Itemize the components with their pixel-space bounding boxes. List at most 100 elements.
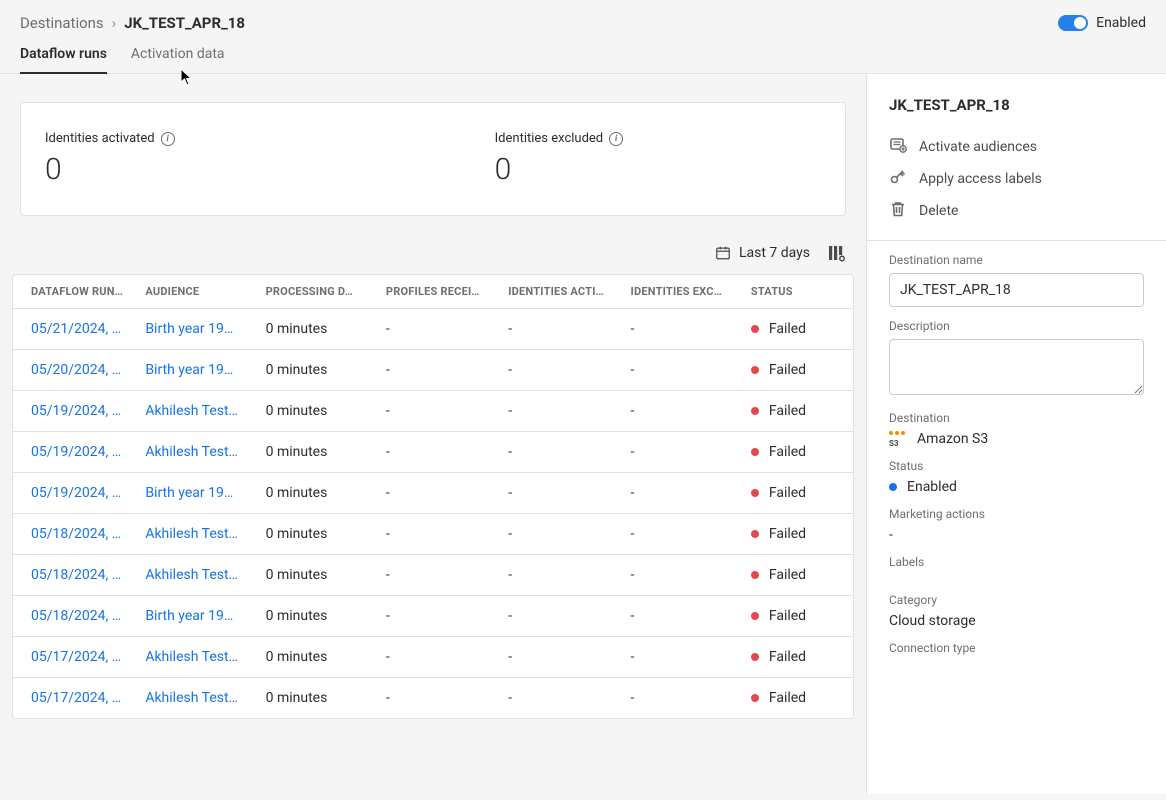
destination-label: Destination: [889, 411, 1144, 425]
enabled-toggle[interactable]: [1058, 15, 1088, 31]
dataflow-run-start-link[interactable]: 05/20/2024, 1…: [13, 350, 135, 391]
col-profiles-received[interactable]: PROFILES RECEI…: [376, 275, 498, 309]
processing-duration: 0 minutes: [256, 309, 376, 350]
profiles-received: -: [376, 514, 498, 555]
table-row[interactable]: 05/19/2024, 1…Birth year 19…0 minutes---…: [13, 473, 853, 514]
profiles-received: -: [376, 596, 498, 637]
col-dataflow-run-start[interactable]: DATAFLOW RUN…: [13, 275, 135, 309]
status-dot-icon: [751, 325, 759, 333]
status-dot-icon: [751, 612, 759, 620]
dataflow-run-start-link[interactable]: 05/19/2024, 8…: [13, 432, 135, 473]
audience-link[interactable]: Akhilesh Test…: [135, 391, 255, 432]
details-panel: JK_TEST_APR_18 Activate audiences: [866, 74, 1166, 794]
activate-audiences-button[interactable]: Activate audiences: [889, 136, 1144, 158]
table-row[interactable]: 05/19/2024, 8…Akhilesh Test…0 minutes---…: [13, 432, 853, 473]
apply-access-labels-button[interactable]: Apply access labels: [889, 168, 1144, 190]
col-identities-activated[interactable]: IDENTITIES ACTI…: [498, 275, 620, 309]
amazon-s3-icon: [889, 431, 909, 447]
tab-activation-data[interactable]: Activation data: [131, 46, 225, 73]
status-cell: Failed: [741, 678, 853, 719]
audience-link[interactable]: Birth year 19…: [135, 473, 255, 514]
table-row[interactable]: 05/17/2024, 9…Akhilesh Test…0 minutes---…: [13, 637, 853, 678]
audience-link[interactable]: Birth year 19…: [135, 309, 255, 350]
audience-link[interactable]: Birth year 19…: [135, 350, 255, 391]
audience-link[interactable]: Akhilesh Test…: [135, 514, 255, 555]
dataflow-run-start-link[interactable]: 05/18/2024, 9…: [13, 514, 135, 555]
table-row[interactable]: 05/18/2024, 9…Akhilesh Test…0 minutes---…: [13, 514, 853, 555]
dataflow-run-start-link[interactable]: 05/18/2024, 1…: [13, 596, 135, 637]
table-row[interactable]: 05/21/2024, 1…Birth year 19…0 minutes---…: [13, 309, 853, 350]
category-label: Category: [889, 593, 1144, 607]
destination-value: Amazon S3: [917, 431, 988, 447]
stats-card: Identities activated i 0 Identities excl…: [20, 102, 846, 216]
identities-activated: -: [498, 350, 620, 391]
dataflow-run-start-link[interactable]: 05/18/2024, 8…: [13, 555, 135, 596]
identities-activated: -: [498, 514, 620, 555]
identities-excluded: -: [621, 637, 741, 678]
status-dot-icon: [751, 448, 759, 456]
dataflow-run-start-link[interactable]: 05/17/2024, 9…: [13, 637, 135, 678]
status-cell: Failed: [741, 309, 853, 350]
status-dot-icon: [889, 483, 897, 491]
table-row[interactable]: 05/18/2024, 8…Akhilesh Test…0 minutes---…: [13, 555, 853, 596]
description-textarea[interactable]: [889, 339, 1144, 395]
audience-link[interactable]: Akhilesh Test…: [135, 637, 255, 678]
identities-excluded: -: [621, 678, 741, 719]
calendar-icon: [715, 245, 731, 261]
col-identities-excluded[interactable]: IDENTITIES EXC…: [621, 275, 741, 309]
processing-duration: 0 minutes: [256, 555, 376, 596]
table-row[interactable]: 05/19/2024, 9…Akhilesh Test…0 minutes---…: [13, 391, 853, 432]
status-dot-icon: [751, 653, 759, 661]
processing-duration: 0 minutes: [256, 432, 376, 473]
column-settings-icon[interactable]: [828, 244, 846, 262]
audience-link[interactable]: Akhilesh Test…: [135, 678, 255, 719]
table-row[interactable]: 05/17/2024, 8…Akhilesh Test…0 minutes---…: [13, 678, 853, 719]
col-processing-duration[interactable]: PROCESSING D…: [256, 275, 376, 309]
marketing-actions-label: Marketing actions: [889, 507, 1144, 521]
status-cell: Failed: [741, 473, 853, 514]
col-audience[interactable]: AUDIENCE: [135, 275, 255, 309]
status-dot-icon: [751, 489, 759, 497]
breadcrumb: Destinations › JK_TEST_APR_18: [20, 14, 245, 32]
delete-label: Delete: [919, 203, 958, 219]
dataflow-run-start-link[interactable]: 05/19/2024, 1…: [13, 473, 135, 514]
date-range-label: Last 7 days: [739, 245, 810, 261]
identities-excluded: -: [621, 555, 741, 596]
audience-link[interactable]: Akhilesh Test…: [135, 432, 255, 473]
status-cell: Failed: [741, 432, 853, 473]
profiles-received: -: [376, 391, 498, 432]
chevron-right-icon: ›: [112, 14, 117, 32]
audience-link[interactable]: Birth year 19…: [135, 596, 255, 637]
status-dot-icon: [751, 407, 759, 415]
processing-duration: 0 minutes: [256, 637, 376, 678]
info-icon[interactable]: i: [161, 132, 175, 146]
apply-access-labels-label: Apply access labels: [919, 171, 1042, 187]
status-cell: Failed: [741, 555, 853, 596]
delete-button[interactable]: Delete: [889, 200, 1144, 222]
audience-link[interactable]: Akhilesh Test…: [135, 555, 255, 596]
table-row[interactable]: 05/18/2024, 1…Birth year 19…0 minutes---…: [13, 596, 853, 637]
dataflow-run-start-link[interactable]: 05/19/2024, 9…: [13, 391, 135, 432]
col-status[interactable]: STATUS: [741, 275, 853, 309]
trash-icon: [889, 200, 907, 222]
date-range-filter[interactable]: Last 7 days: [715, 245, 810, 261]
status-cell: Failed: [741, 350, 853, 391]
tabs: Dataflow runs Activation data: [0, 32, 1166, 74]
profiles-received: -: [376, 473, 498, 514]
dataflow-run-start-link[interactable]: 05/21/2024, 1…: [13, 309, 135, 350]
category-value: Cloud storage: [889, 613, 1144, 629]
tab-dataflow-runs[interactable]: Dataflow runs: [20, 46, 107, 74]
marketing-actions-value: -: [889, 527, 1144, 543]
identities-excluded: -: [621, 391, 741, 432]
info-icon[interactable]: i: [609, 132, 623, 146]
table-row[interactable]: 05/20/2024, 1…Birth year 19…0 minutes---…: [13, 350, 853, 391]
identities-activated-value: 0: [45, 152, 175, 187]
processing-duration: 0 minutes: [256, 350, 376, 391]
breadcrumb-parent[interactable]: Destinations: [20, 14, 104, 32]
dataflow-runs-table: DATAFLOW RUN… AUDIENCE PROCESSING D… PRO…: [13, 275, 853, 718]
destination-name-input[interactable]: [889, 273, 1144, 307]
identities-activated: -: [498, 555, 620, 596]
dataflow-run-start-link[interactable]: 05/17/2024, 8…: [13, 678, 135, 719]
identities-excluded: -: [621, 514, 741, 555]
identities-activated-label: Identities activated: [45, 131, 155, 146]
